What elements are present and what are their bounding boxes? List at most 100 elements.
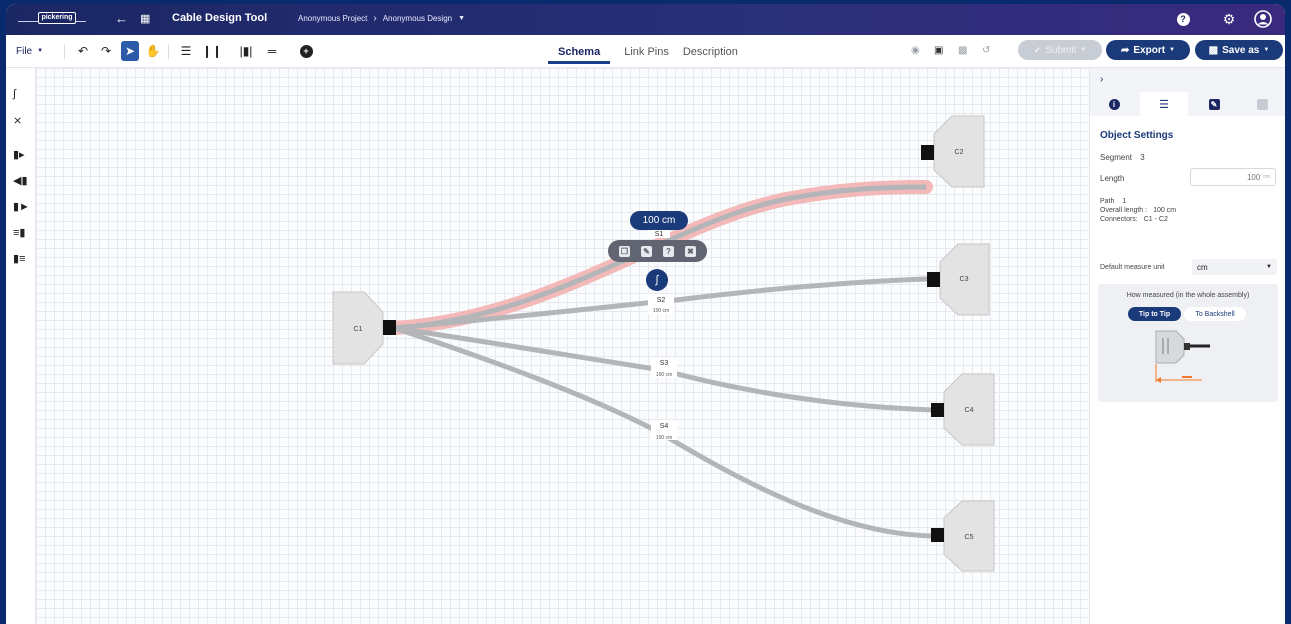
measure-method-box: How measured (in the whole assembly) Tip… <box>1098 284 1278 402</box>
length-input[interactable]: 100 cm <box>1190 168 1276 186</box>
redo-icon[interactable]: ↷ <box>99 41 113 61</box>
segment-s4-label: S4 <box>660 423 669 430</box>
segment-s3-length: 100 cm <box>656 372 672 378</box>
apps-grid-icon[interactable]: ▦ <box>140 11 150 27</box>
path-label: Path <box>1100 198 1115 205</box>
add-circle-icon[interactable]: + <box>299 41 313 61</box>
tab-object-settings[interactable]: ☰ <box>1140 92 1188 116</box>
breadcrumb-design[interactable]: Anonymous Design <box>383 14 452 23</box>
connector-c3-terminal <box>927 272 940 287</box>
pickering-logo: pickering <box>18 10 86 28</box>
to-backshell-button[interactable]: To Backshell <box>1184 307 1246 321</box>
length-label: Length <box>1100 174 1125 183</box>
chevron-down-icon[interactable]: ▼ <box>458 15 465 22</box>
connector-c3-label: C3 <box>960 276 969 283</box>
select-pointer-icon[interactable]: ➤ <box>121 41 139 61</box>
segment-s2-length: 100 cm <box>653 308 669 314</box>
default-unit-label: Default measure unit <box>1100 264 1165 271</box>
caret-down-icon: ▼ <box>1263 47 1270 53</box>
layers-icon[interactable]: ▣ <box>934 45 943 56</box>
pin-line <box>1162 338 1164 354</box>
tab-document[interactable] <box>1238 92 1285 116</box>
properties-panel: › i ☰ ✎ Object Settings Segment 3 Length… <box>1089 68 1285 624</box>
connector-drawing <box>1155 330 1185 364</box>
connector-c2-terminal <box>921 145 934 160</box>
info-icon: i <box>1108 98 1120 110</box>
tab-edit[interactable]: ✎ <box>1190 92 1238 116</box>
logo-text: pickering <box>38 12 76 24</box>
breadcrumb: Anonymous Project › Anonymous Design ▼ <box>298 13 465 24</box>
panel-title: Object Settings <box>1100 130 1174 141</box>
wire-segment-icon[interactable]: ∫ <box>13 88 16 100</box>
caret-down-icon: ▼ <box>1169 47 1175 53</box>
measure-unit-select[interactable]: cm ▼ <box>1192 259 1277 275</box>
tip-to-tip-button[interactable]: Tip to Tip <box>1128 307 1181 321</box>
save-as-button[interactable]: ▩ Save as ▼ <box>1195 40 1283 60</box>
tab-description[interactable]: Description <box>683 46 738 64</box>
connector-c5-terminal <box>931 528 944 542</box>
route-wire-icon[interactable]: ∫ <box>646 269 668 291</box>
tab-info[interactable]: i <box>1090 92 1138 116</box>
submit-label: Submit <box>1045 44 1077 56</box>
breadcrumb-project[interactable]: Anonymous Project <box>298 14 367 23</box>
overall-length-value: 100 cm <box>1153 207 1177 214</box>
floppy-disk-icon: ▩ <box>1208 44 1219 56</box>
connector-large-icon[interactable]: ▮► <box>13 200 30 213</box>
tab-schema[interactable]: Schema <box>548 46 611 64</box>
connector-c2-label: C2 <box>955 149 964 156</box>
pan-hand-icon[interactable]: ✋ <box>146 41 161 61</box>
distribute-vertical-icon[interactable]: ═ <box>264 41 280 61</box>
file-label: File <box>16 45 33 57</box>
measure-marker <box>1182 376 1192 378</box>
save-as-label: Save as <box>1222 44 1260 56</box>
save-disk-icon[interactable]: ▩ <box>958 45 967 56</box>
back-arrow-icon[interactable]: ← <box>115 11 128 27</box>
user-avatar-icon[interactable] <box>1254 10 1272 28</box>
connector-female-icon[interactable]: ◀▮ <box>13 174 28 187</box>
trash-icon[interactable]: ✖ <box>685 245 696 257</box>
segment-row: Segment 3 <box>1100 153 1145 162</box>
gear-icon[interactable]: ⚙ <box>1220 10 1238 28</box>
top-bar: pickering ← ▦ Cable Design Tool Anonymou… <box>6 4 1285 35</box>
segment-value: 3 <box>1140 153 1145 162</box>
distribute-horizontal-icon[interactable]: |▮| <box>238 41 254 61</box>
collapse-chevron-icon[interactable]: › <box>1100 74 1103 85</box>
connector-male-icon[interactable]: ▮▸ <box>13 148 25 161</box>
copy-icon[interactable]: ❐ <box>619 245 630 257</box>
pin-line <box>1167 338 1169 354</box>
help-icon[interactable]: ? <box>1174 10 1192 28</box>
length-unit: cm <box>1263 174 1270 180</box>
connectors-value: C1 - C2 <box>1143 216 1168 223</box>
segment-s1-label: S1 <box>655 231 664 238</box>
edit-icon[interactable]: ✎ <box>641 245 652 257</box>
measure-title: How measured (in the whole assembly) <box>1126 292 1250 299</box>
divider <box>64 44 65 59</box>
app-window: pickering ← ▦ Cable Design Tool Anonymou… <box>6 4 1285 624</box>
connector-c1-label: C1 <box>354 326 363 333</box>
plug-icon[interactable]: ≡▮ <box>13 226 25 239</box>
export-button[interactable]: ➦ Export ▼ <box>1106 40 1190 60</box>
align-bottom-icon[interactable]: ❙❙ <box>202 41 222 61</box>
schema-canvas[interactable]: C1 C2 C3 C4 C5 S1 S2 100 cm S3 100 cm S4… <box>36 68 1089 624</box>
undo-icon[interactable]: ↶ <box>76 41 90 61</box>
segment-length-tooltip[interactable]: 100 cm <box>630 211 688 230</box>
file-menu-button[interactable]: File ▼ <box>16 41 43 61</box>
tab-link-pins[interactable]: Link Pins <box>624 46 669 64</box>
socket-icon[interactable]: ▮≡ <box>13 252 25 265</box>
component-toolbox: ∫ ⨯ ▮▸ ◀▮ ▮► ≡▮ ▮≡ <box>6 68 36 624</box>
caret-down-icon: ▼ <box>1080 47 1087 53</box>
split-icon[interactable]: ⨯ <box>13 114 22 127</box>
sliders-icon: ☰ <box>1159 98 1169 111</box>
help-icon[interactable]: ? <box>663 245 674 257</box>
panel-tabs: i ☰ ✎ <box>1090 92 1285 116</box>
history-icon[interactable]: ↺ <box>982 45 990 56</box>
submit-button[interactable]: ✔ Submit ▼ <box>1018 40 1102 60</box>
export-label: Export <box>1133 44 1166 56</box>
eye-icon[interactable]: ◉ <box>911 45 920 56</box>
segment-s3-label: S3 <box>660 360 669 367</box>
divider <box>168 44 169 59</box>
connector-c5-label: C5 <box>965 534 974 541</box>
app-title: Cable Design Tool <box>172 12 268 24</box>
align-left-icon[interactable]: ☰ <box>178 41 194 61</box>
toolbar: File ▼ ↶ ↷ ➤ ✋ ☰ ❙❙ |▮| ═ + Schema Link P… <box>6 35 1285 68</box>
